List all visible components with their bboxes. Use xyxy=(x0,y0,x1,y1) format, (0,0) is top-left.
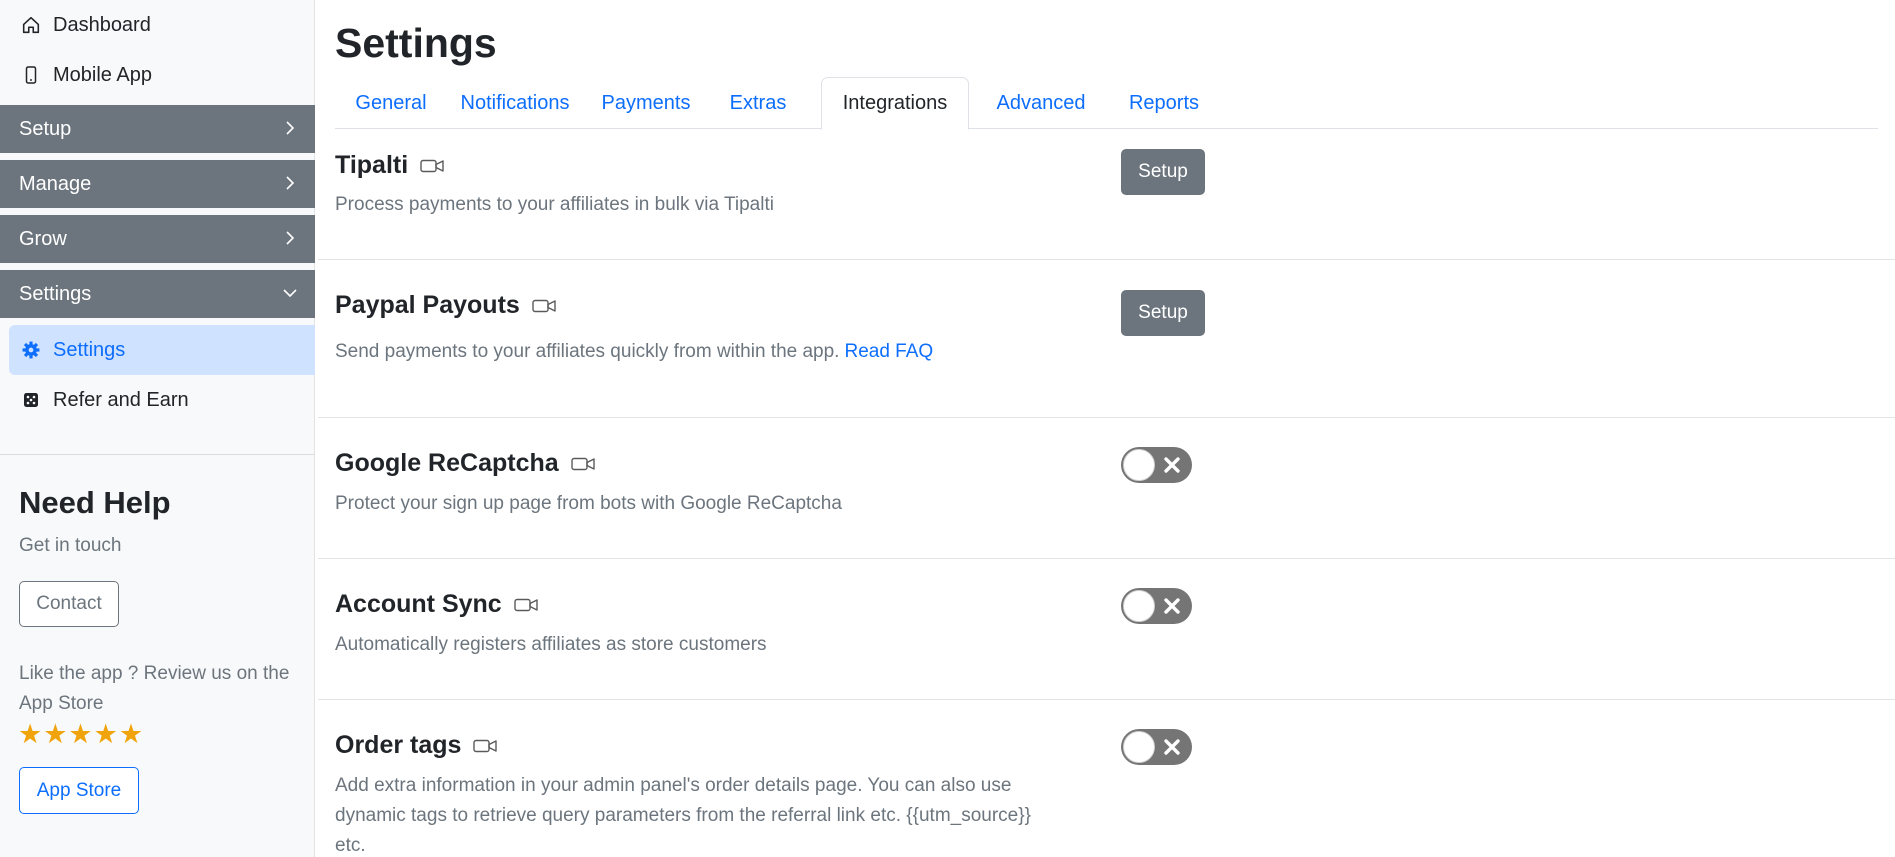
close-icon xyxy=(1164,457,1180,473)
google-recaptcha-toggle[interactable] xyxy=(1121,447,1192,483)
tab-integrations[interactable]: Integrations xyxy=(821,77,969,130)
phone-icon xyxy=(20,64,42,86)
tab-general[interactable]: General xyxy=(335,77,447,129)
sidebar-group-label: Manage xyxy=(19,172,92,195)
video-camera-icon[interactable] xyxy=(514,597,538,613)
tipalti-setup-button[interactable]: Setup xyxy=(1121,149,1205,195)
sidebar-item-label: Dashboard xyxy=(53,13,151,36)
sidebar-divider xyxy=(0,454,315,455)
chevron-right-icon xyxy=(279,117,301,139)
description-line: Add extra information in your admin pane… xyxy=(335,775,1012,796)
sidebar-item-mobile-app[interactable]: Mobile App xyxy=(0,52,315,98)
integration-title-text: Order tags xyxy=(335,731,462,759)
sidebar-item-label: Mobile App xyxy=(53,63,152,86)
home-icon xyxy=(20,14,42,36)
integration-title-text: Paypal Payouts xyxy=(335,291,520,319)
settings-tabs: General Notifications Payments Extras In… xyxy=(335,77,1878,130)
sidebar-group-settings[interactable]: Settings xyxy=(0,270,315,318)
chevron-down-icon xyxy=(279,282,301,304)
integration-description: Send payments to your affiliates quickly… xyxy=(335,337,933,367)
paypal-payouts-setup-button[interactable]: Setup xyxy=(1121,290,1205,336)
integration-description: Add extra information in your admin pane… xyxy=(335,771,1031,857)
integration-title-paypal-payouts: Paypal Payouts xyxy=(335,291,556,320)
gear-icon xyxy=(20,339,42,361)
sidebar-group-label: Setup xyxy=(19,117,72,140)
video-camera-icon[interactable] xyxy=(473,738,498,754)
toggle-knob xyxy=(1123,449,1155,481)
sidebar-group-label: Grow xyxy=(19,227,67,250)
integration-title-google-recaptcha: Google ReCaptcha xyxy=(335,449,595,478)
order-tags-toggle[interactable] xyxy=(1121,729,1192,765)
sidebar-item-refer-and-earn[interactable]: Refer and Earn xyxy=(0,377,315,423)
tab-notifications[interactable]: Notifications xyxy=(447,77,583,129)
dice-icon xyxy=(20,389,42,411)
sidebar-group-label: Settings xyxy=(19,282,92,305)
row-divider xyxy=(318,558,1895,559)
sidebar-group-setup[interactable]: Setup xyxy=(0,105,315,153)
close-icon xyxy=(1164,598,1180,614)
integration-title-text: Google ReCaptcha xyxy=(335,449,559,477)
page-title: Settings xyxy=(335,20,497,66)
rating-stars: ★★★★★ xyxy=(18,719,145,749)
integration-title-account-sync: Account Sync xyxy=(335,590,538,619)
integration-title-text: Account Sync xyxy=(335,590,502,618)
row-divider xyxy=(318,699,1895,700)
integration-description: Protect your sign up page from bots with… xyxy=(335,493,842,514)
sidebar: Dashboard Mobile App Setup Manage Grow S… xyxy=(0,0,315,857)
tab-advanced[interactable]: Advanced xyxy=(978,77,1104,129)
sidebar-item-dashboard[interactable]: Dashboard xyxy=(0,2,315,48)
app-store-button[interactable]: App Store xyxy=(19,767,139,814)
toggle-knob xyxy=(1123,590,1155,622)
row-divider xyxy=(318,417,1895,418)
help-title: Need Help xyxy=(19,485,171,520)
sidebar-item-label: Refer and Earn xyxy=(53,388,189,411)
toggle-knob xyxy=(1123,731,1155,763)
chevron-right-icon xyxy=(279,227,301,249)
account-sync-toggle[interactable] xyxy=(1121,588,1192,624)
description-line: etc. xyxy=(335,835,366,856)
contact-button[interactable]: Contact xyxy=(19,581,119,627)
integration-title-order-tags: Order tags xyxy=(335,731,498,760)
video-camera-icon[interactable] xyxy=(570,456,595,472)
tab-reports[interactable]: Reports xyxy=(1107,77,1221,129)
description-line: dynamic tags to retrieve query parameter… xyxy=(335,805,1031,826)
tab-payments[interactable]: Payments xyxy=(588,77,704,129)
integration-description: Process payments to your affiliates in b… xyxy=(335,194,774,215)
close-icon xyxy=(1164,739,1180,755)
integration-description-text: Send payments to your affiliates quickly… xyxy=(335,341,840,362)
chevron-right-icon xyxy=(279,172,301,194)
review-text: Like the app ? Review us on the App Stor… xyxy=(19,663,290,714)
integration-title-tipalti: Tipalti xyxy=(335,151,444,180)
video-camera-icon[interactable] xyxy=(420,158,444,174)
read-faq-link[interactable]: Read FAQ xyxy=(844,341,933,362)
help-subtitle: Get in touch xyxy=(19,535,122,556)
tab-extras[interactable]: Extras xyxy=(716,77,800,129)
row-divider xyxy=(318,259,1895,260)
sidebar-item-label: Settings xyxy=(53,338,126,361)
integration-description: Automatically registers affiliates as st… xyxy=(335,634,767,655)
integration-title-text: Tipalti xyxy=(335,151,409,179)
video-camera-icon[interactable] xyxy=(532,298,556,314)
sidebar-group-manage[interactable]: Manage xyxy=(0,160,315,208)
sidebar-group-grow[interactable]: Grow xyxy=(0,215,315,263)
sidebar-item-settings[interactable]: Settings xyxy=(9,325,315,375)
